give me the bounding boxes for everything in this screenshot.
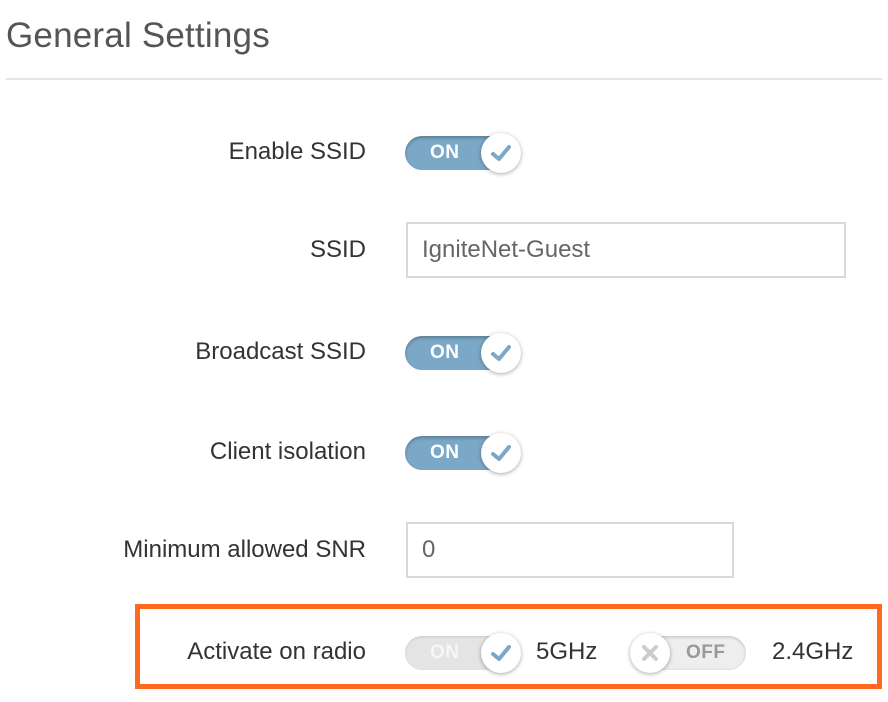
checkmark-icon	[491, 345, 511, 361]
activate-on-radio-row: Activate on radio ON 5GHz OFF 2.4GHz	[0, 622, 888, 682]
toggle-knob	[481, 433, 521, 473]
x-icon	[642, 645, 658, 661]
client-isolation-label: Client isolation	[209, 438, 366, 465]
client-isolation-toggle[interactable]: ON	[405, 433, 525, 473]
toggle-state: ON	[430, 642, 460, 663]
toggle-state: ON	[430, 142, 460, 163]
activate-on-radio-label: Activate on radio	[187, 638, 366, 665]
toggle-state: ON	[430, 442, 460, 463]
checkmark-icon	[491, 145, 511, 161]
toggle-knob	[630, 633, 670, 673]
client-isolation-row: Client isolation ON	[0, 422, 888, 482]
enable-ssid-row: Enable SSID ON	[0, 122, 888, 182]
toggle-knob	[481, 133, 521, 173]
radio-24ghz-label: 2.4GHz	[772, 638, 854, 665]
toggle-state: OFF	[686, 642, 726, 663]
ssid-input[interactable]	[406, 222, 846, 278]
toggle-knob	[481, 333, 521, 373]
min-snr-label: Minimum allowed SNR	[123, 536, 366, 563]
toggle-state: ON	[430, 342, 460, 363]
broadcast-ssid-row: Broadcast SSID ON	[0, 322, 888, 382]
section-divider	[6, 78, 882, 80]
section-title: General Settings	[6, 16, 270, 55]
enable-ssid-toggle[interactable]: ON	[405, 133, 525, 173]
enable-ssid-label: Enable SSID	[228, 138, 366, 165]
ssid-row: SSID	[0, 220, 888, 280]
min-snr-input[interactable]	[406, 522, 734, 578]
broadcast-ssid-label: Broadcast SSID	[195, 338, 366, 365]
radio-5ghz-label: 5GHz	[536, 638, 598, 665]
toggle-knob	[481, 633, 521, 673]
checkmark-icon	[491, 445, 511, 461]
radio-5ghz-toggle[interactable]: ON	[405, 633, 525, 673]
checkmark-icon	[491, 645, 511, 661]
radio-24ghz-toggle[interactable]: OFF	[630, 633, 750, 673]
min-snr-row: Minimum allowed SNR	[0, 520, 888, 580]
broadcast-ssid-toggle[interactable]: ON	[405, 333, 525, 373]
ssid-label: SSID	[309, 236, 366, 263]
